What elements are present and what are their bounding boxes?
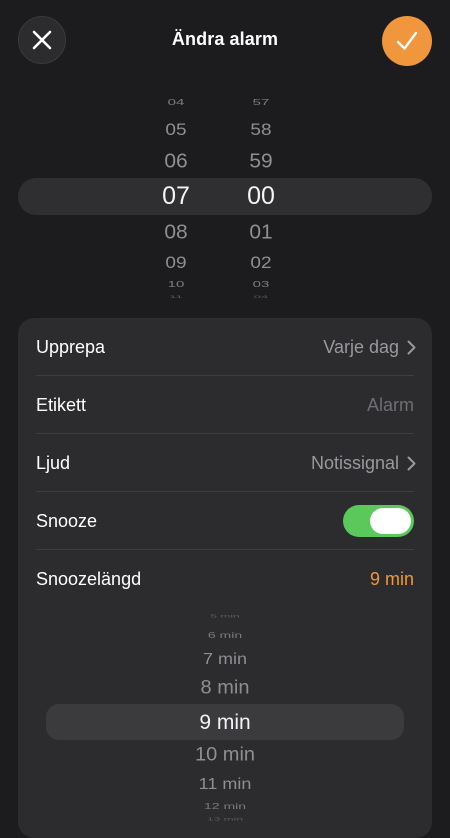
sound-label: Ljud: [36, 453, 71, 473]
header: Ändra alarm: [0, 0, 450, 82]
snooze-option[interactable]: 5 min: [18, 614, 432, 618]
minute-option[interactable]: 01: [231, 222, 291, 242]
minute-option[interactable]: 03: [231, 280, 291, 288]
hour-option[interactable]: 06: [146, 151, 206, 171]
repeat-row[interactable]: Upprepa Varje dag: [18, 318, 432, 376]
label-label: Etikett: [36, 395, 87, 415]
snooze-length-picker[interactable]: 5 min 6 min 7 min 8 min 9 min 10 min 11 …: [18, 608, 432, 821]
toggle-knob: [370, 508, 411, 534]
snooze-option[interactable]: 12 min: [18, 802, 432, 810]
snooze-option[interactable]: 8 min: [18, 679, 432, 698]
label-row[interactable]: Etikett Alarm: [18, 376, 432, 434]
snooze-row: Snooze: [18, 492, 432, 550]
snooze-option[interactable]: 7 min: [18, 651, 432, 666]
snooze-label: Snooze: [36, 511, 98, 531]
minute-option[interactable]: 59: [231, 151, 291, 171]
snooze-length-row[interactable]: Snoozelängd 9 min: [18, 550, 432, 608]
repeat-label: Upprepa: [36, 337, 106, 357]
minute-option[interactable]: 58: [231, 122, 291, 138]
snooze-length-label: Snoozelängd: [36, 569, 142, 589]
label-input-placeholder[interactable]: Alarm: [367, 376, 414, 434]
time-picker-selection-band: [18, 178, 432, 215]
sound-row[interactable]: Ljud Notissignal: [18, 434, 432, 492]
hour-option[interactable]: 05: [146, 122, 206, 138]
hour-option[interactable]: 11: [146, 294, 206, 298]
hour-option[interactable]: 10: [146, 280, 206, 288]
hour-option-selected[interactable]: 07: [146, 183, 206, 209]
time-picker[interactable]: 03 04 05 06 07 08 09 10 11 56 57 58 59 0…: [0, 92, 450, 298]
chevron-right-icon: [407, 340, 416, 355]
snooze-toggle[interactable]: [343, 505, 414, 537]
snooze-length-value: 9 min: [369, 569, 414, 589]
sound-value: Notissignal: [310, 453, 399, 473]
snooze-option[interactable]: 10 min: [18, 746, 432, 765]
hour-option[interactable]: 08: [146, 222, 206, 242]
snooze-option-selected[interactable]: 9 min: [18, 712, 432, 733]
hour-option[interactable]: 04: [146, 98, 206, 106]
minute-option[interactable]: 57: [231, 98, 291, 106]
checkmark-icon: [396, 31, 418, 50]
hour-option[interactable]: 09: [146, 255, 206, 271]
minute-option[interactable]: 02: [231, 255, 291, 271]
repeat-value: Varje dag: [323, 337, 399, 357]
minute-option[interactable]: 04: [231, 294, 291, 298]
hour-wheel[interactable]: 03 04 05 06 07 08 09 10 11: [146, 92, 206, 298]
snooze-option[interactable]: 11 min: [18, 776, 432, 791]
chevron-right-icon: [407, 456, 416, 471]
repeat-value-wrap: Varje dag: [323, 318, 416, 376]
minute-option-selected[interactable]: 00: [231, 183, 291, 209]
alarm-settings-card: Upprepa Varje dag Etikett Alarm Ljud Not…: [18, 318, 432, 838]
snooze-option[interactable]: 13 min: [18, 817, 432, 821]
snooze-option[interactable]: 6 min: [18, 631, 432, 639]
confirm-button[interactable]: [382, 16, 432, 66]
minute-wheel[interactable]: 56 57 58 59 00 01 02 03 04: [231, 92, 291, 298]
sound-value-wrap: Notissignal: [311, 434, 416, 492]
